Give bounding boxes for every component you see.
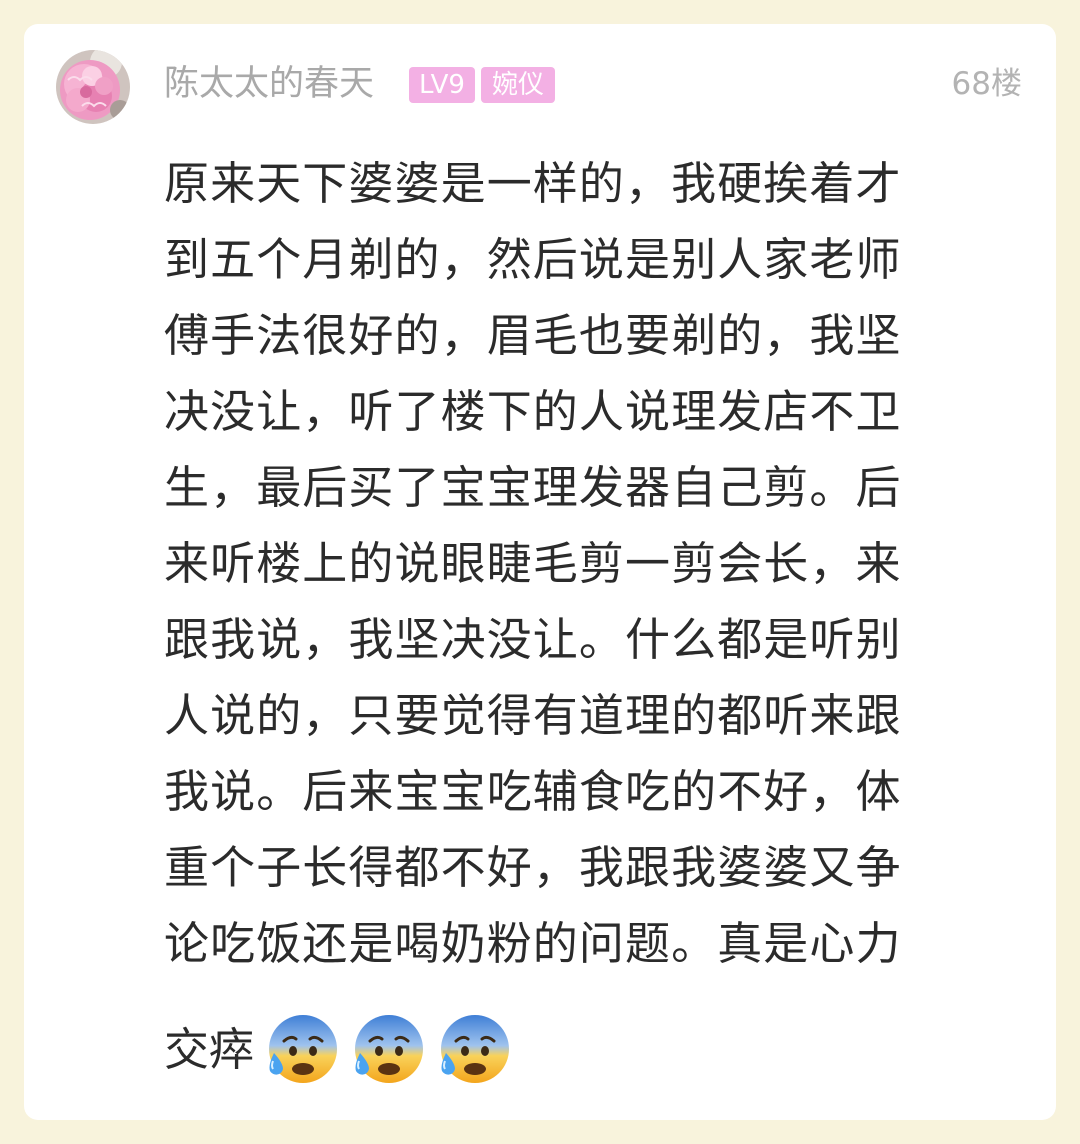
- avatar[interactable]: [56, 50, 130, 124]
- floor-number: 68楼: [951, 66, 1022, 102]
- body-line: 决没让，听了楼下的人说理发店不卫: [164, 385, 902, 438]
- anxious-face-with-sweat-icon: [262, 1011, 340, 1089]
- post-body: 原来天下婆婆是一样的，我硬挨着才 到五个月剃的，然后说是别人家老师 傅手法很好的…: [164, 146, 950, 982]
- body-line: 原来天下婆婆是一样的，我硬挨着才: [164, 157, 902, 210]
- pink-carnation-flower-avatar-icon: [56, 50, 130, 124]
- body-line: 论吃饭还是喝奶粉的问题。真是心力: [164, 917, 902, 970]
- body-line: 我说。后来宝宝吃辅食吃的不好，体: [164, 765, 902, 818]
- body-line: 到五个月剃的，然后说是别人家老师: [164, 233, 902, 286]
- author-name[interactable]: 陈太太的春天: [164, 62, 374, 106]
- body-line: 跟我说，我坚决没让。什么都是听别: [164, 613, 902, 666]
- body-line: 傅手法很好的，眉毛也要剃的，我坚: [164, 309, 902, 362]
- body-line: 来听楼上的说眼睫毛剪一剪会长，来: [164, 537, 902, 590]
- title-badge: 婉仪: [481, 67, 555, 103]
- body-line: 人说的，只要觉得有道理的都听来跟: [164, 689, 902, 742]
- body-last-line: 交瘁: [164, 1010, 512, 1090]
- level-badge: LV9: [409, 67, 475, 103]
- anxious-face-with-sweat-icon: [348, 1011, 426, 1089]
- body-last-line-text: 交瘁: [164, 1023, 255, 1076]
- anxious-face-with-sweat-icon: [434, 1011, 512, 1089]
- body-line: 生，最后买了宝宝理发器自己剪。后: [164, 461, 902, 514]
- body-line: 重个子长得都不好，我跟我婆婆又争: [164, 841, 902, 894]
